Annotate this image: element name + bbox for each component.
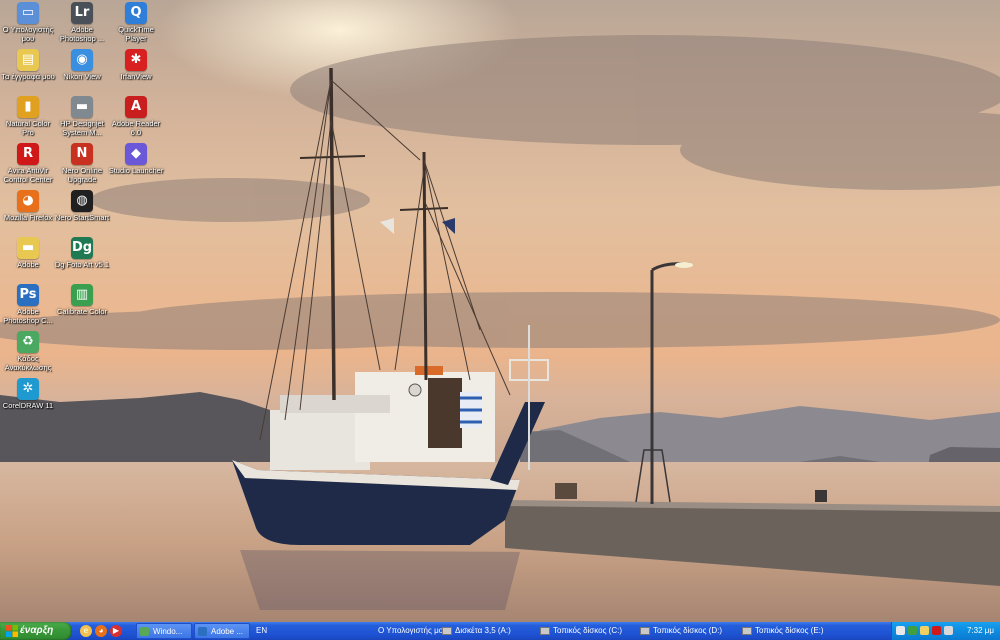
desktop-icon-label: Adobe Photoshop C... bbox=[3, 307, 53, 325]
desktop-icon-label: Mozilla Firefox bbox=[3, 213, 53, 222]
desktop-icon[interactable]: R Avira AntiVir Control Center bbox=[0, 143, 56, 184]
adobe-window-icon bbox=[198, 627, 207, 636]
desktop-icon-label: Natural Color Pro bbox=[5, 119, 51, 137]
desktop-icon-label: Avira AntiVir Control Center bbox=[3, 166, 53, 184]
drive-label: Τοπικός δίσκος (C:) bbox=[553, 626, 622, 635]
language-indicator[interactable]: EN bbox=[256, 622, 267, 640]
drive-link[interactable]: Τοπικός δίσκος (C:) bbox=[540, 622, 622, 640]
quicktime-icon: Q bbox=[125, 2, 147, 24]
desktop-icon[interactable]: ▮ Natural Color Pro bbox=[0, 96, 56, 137]
taskbar-window-label: Windo... bbox=[153, 627, 183, 636]
recycle-bin-icon: ♻ bbox=[17, 331, 39, 353]
desktop-icon-label: QuickTime Player bbox=[118, 25, 154, 43]
nero-startsmart-icon: ◍ bbox=[71, 190, 93, 212]
desktop-icon[interactable]: ▭ Ο Υπολογιστής μου bbox=[0, 2, 56, 43]
desktop-icon[interactable]: ▬ HP Designjet System M... bbox=[54, 96, 110, 137]
ie-icon[interactable]: e bbox=[80, 625, 92, 637]
dg-foto-art-icon: Dg bbox=[71, 237, 93, 259]
calibrate-color-icon: ▥ bbox=[71, 284, 93, 306]
volume-icon[interactable] bbox=[920, 626, 929, 635]
desktop-icon[interactable]: A Adobe Reader 6.0 bbox=[108, 96, 164, 137]
drive-label: Τοπικός δίσκος (E:) bbox=[755, 626, 824, 635]
firefox-icon: ◕ bbox=[17, 190, 39, 212]
desktop-icon-label: Adobe Reader 6.0 bbox=[111, 119, 161, 137]
desktop-icon-label: HP Designjet System M... bbox=[60, 119, 104, 137]
desktop-icon-label: Ο Υπολογιστής μου bbox=[2, 25, 54, 43]
coreldraw-icon: ✲ bbox=[17, 378, 39, 400]
desktop-icon[interactable]: ✱ IrfanView bbox=[108, 49, 164, 82]
drive-icon bbox=[742, 626, 752, 635]
drive-icon bbox=[442, 626, 452, 635]
desktop-icon[interactable]: N Nero Online Upgrade bbox=[54, 143, 110, 184]
drive-link[interactable]: Τοπικός δίσκος (E:) bbox=[742, 622, 824, 640]
desktop-icon-label: Studio Launcher bbox=[108, 166, 164, 175]
drive-label: Τοπικός δίσκος (D:) bbox=[653, 626, 722, 635]
taskbar: έναρξη e ◕ ▶ Windo... Adobe ... EN Ο Υπολογ… bbox=[0, 622, 1000, 640]
drive-link[interactable]: Δισκέτα 3,5 (A:) bbox=[442, 622, 511, 640]
studio-launcher-icon: ◆ bbox=[125, 143, 147, 165]
adobe-reader-icon: A bbox=[125, 96, 147, 118]
folder-icon: ▬ bbox=[17, 237, 39, 259]
desktop-icon[interactable]: Ps Adobe Photoshop C... bbox=[0, 284, 56, 325]
desktop-icon-label: IrfanView bbox=[120, 72, 152, 81]
taskbar-window-button[interactable]: Windo... bbox=[136, 623, 192, 639]
desktop-icon[interactable]: ▬ Adobe bbox=[0, 237, 56, 270]
nero-upgrade-icon: N bbox=[71, 143, 93, 165]
clouds bbox=[0, 35, 1000, 350]
security-icon[interactable] bbox=[944, 626, 953, 635]
avira-icon: R bbox=[17, 143, 39, 165]
desktop-icon-label: Calibrate Color bbox=[56, 307, 108, 316]
explorer-window-icon bbox=[140, 627, 149, 636]
desktop-icon-label: CorelDRAW 11 bbox=[2, 401, 54, 410]
desktop-icon[interactable]: ♻ Κάδος Ανακύκλωσης bbox=[0, 331, 56, 372]
drive-icon bbox=[640, 626, 650, 635]
start-button[interactable]: έναρξη bbox=[0, 622, 72, 640]
antivir-tray-icon[interactable] bbox=[932, 626, 941, 635]
desktop-icon-label: Adobe bbox=[17, 260, 39, 269]
windows-logo-icon bbox=[6, 625, 18, 637]
drive-label: Δισκέτα 3,5 (A:) bbox=[455, 626, 511, 635]
desktop-icon-label: Dg Foto Art v5.1 bbox=[54, 260, 110, 269]
start-label: έναρξη bbox=[20, 625, 54, 636]
desktop-icon[interactable]: ▤ Τα έγγραφά μου bbox=[0, 49, 56, 82]
desktop-icon[interactable]: ✲ CorelDRAW 11 bbox=[0, 378, 56, 411]
desktop-icon[interactable]: ▥ Calibrate Color bbox=[54, 284, 110, 317]
desktop-icon[interactable]: ◕ Mozilla Firefox bbox=[0, 190, 56, 223]
firefox-quicklaunch-icon[interactable]: ◕ bbox=[95, 625, 107, 637]
irfanview-icon: ✱ bbox=[125, 49, 147, 71]
media-icon[interactable]: ▶ bbox=[110, 625, 122, 637]
taskbar-window-label: Adobe ... bbox=[211, 627, 244, 636]
drive-link[interactable]: Τοπικός δίσκος (D:) bbox=[640, 622, 722, 640]
photoshop-icon: Ps bbox=[17, 284, 39, 306]
desktop-icon[interactable]: Dg Dg Foto Art v5.1 bbox=[54, 237, 110, 270]
desktop-icon-label: Nero Online Upgrade bbox=[61, 166, 103, 184]
drive-label: Ο Υπολογιστής μου bbox=[378, 626, 448, 635]
desktop-icon[interactable]: ◉ Nikon View bbox=[54, 49, 110, 82]
hp-designjet-icon: ▬ bbox=[71, 96, 93, 118]
clock[interactable]: 7:32 μμ bbox=[967, 622, 994, 640]
wallpaper bbox=[0, 0, 1000, 622]
desktop-icon-label: Nikon View bbox=[63, 72, 101, 81]
desktop-icon[interactable]: Lr Adobe Photoshop ... bbox=[54, 2, 110, 43]
desktop-icon[interactable]: ◆ Studio Launcher bbox=[108, 143, 164, 176]
update-icon[interactable] bbox=[908, 626, 917, 635]
drive-icon bbox=[540, 626, 550, 635]
my-computer-icon: ▭ bbox=[17, 2, 39, 24]
natural-color-pro-icon: ▮ bbox=[17, 96, 39, 118]
drive-link[interactable]: Ο Υπολογιστής μου bbox=[378, 622, 448, 640]
desktop-icon[interactable]: Q QuickTime Player bbox=[108, 2, 164, 43]
my-documents-icon: ▤ bbox=[17, 49, 39, 71]
nikon-view-icon: ◉ bbox=[71, 49, 93, 71]
taskbar-window-button[interactable]: Adobe ... bbox=[194, 623, 250, 639]
network-icon[interactable] bbox=[896, 626, 905, 635]
system-tray: 7:32 μμ bbox=[891, 622, 1000, 640]
lightroom-icon: Lr bbox=[71, 2, 93, 24]
desktop-icon-label: Τα έγγραφά μου bbox=[1, 72, 55, 81]
desktop-icon-label: Nero StartSmart bbox=[54, 213, 110, 222]
desktop-icon-label: Adobe Photoshop ... bbox=[59, 25, 105, 43]
desktop-icon-label: Κάδος Ανακύκλωσης bbox=[4, 354, 52, 372]
desktop: ▭ Ο Υπολογιστής μου Lr Adobe Photoshop ... Q… bbox=[0, 0, 1000, 622]
desktop-icon[interactable]: ◍ Nero StartSmart bbox=[54, 190, 110, 223]
